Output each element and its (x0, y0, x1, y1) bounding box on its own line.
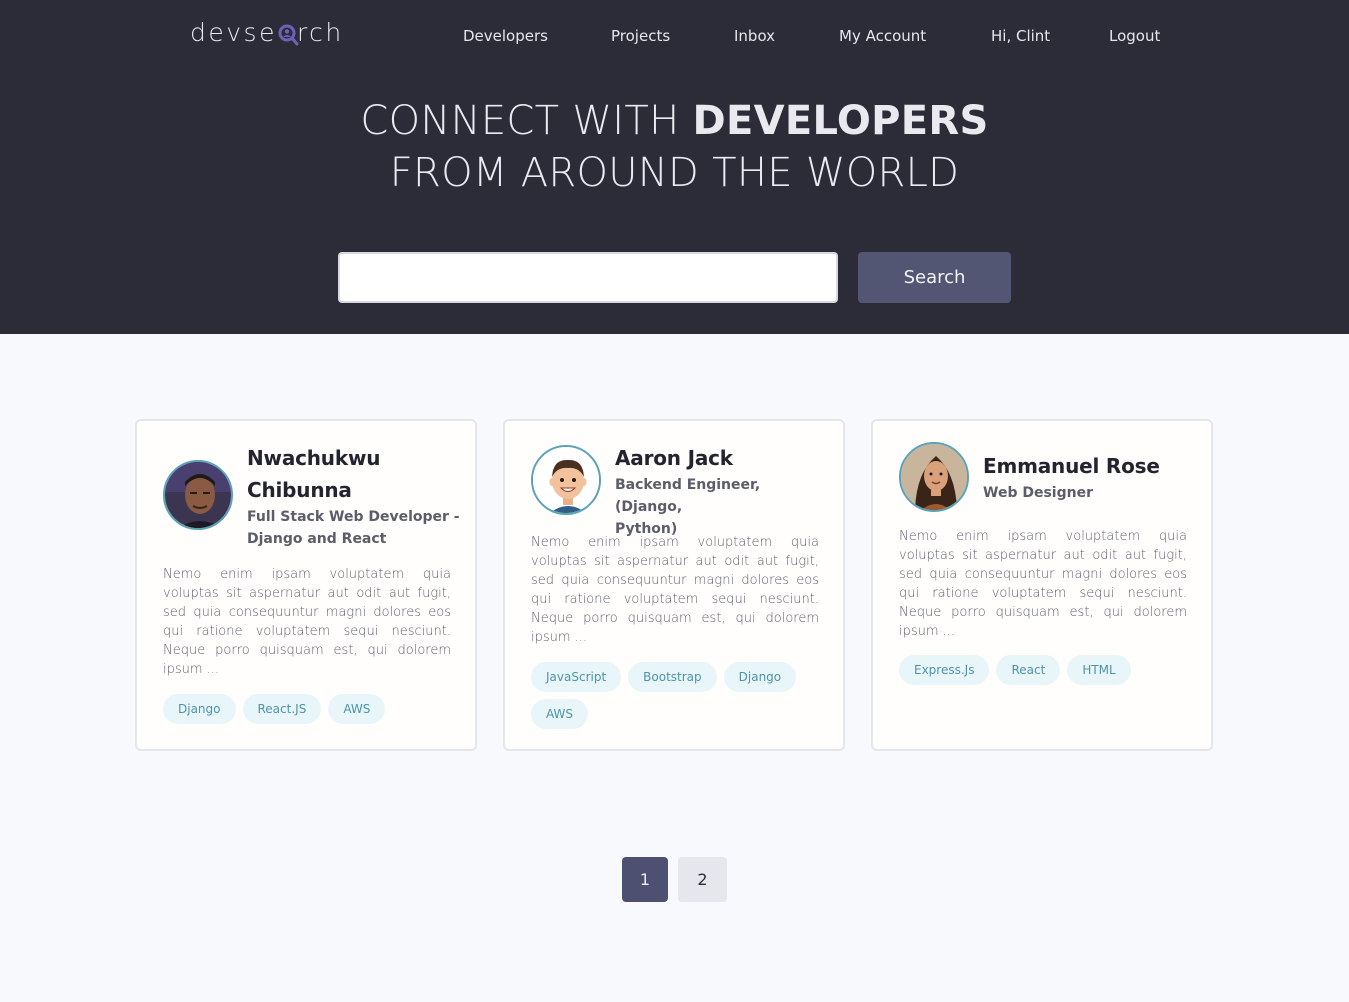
developer-card[interactable]: Emmanuel Rose Web Designer Nemo enim ips… (871, 419, 1213, 751)
hero-heading-line2: FROM AROUND THE WORLD (389, 150, 960, 196)
developer-role-line: Backend Engineer, (Django, (615, 477, 761, 515)
developer-name-line: Nwachukwu (247, 446, 381, 470)
nav-projects[interactable]: Projects (611, 27, 670, 45)
developer-role-line: Web Designer (983, 485, 1093, 501)
developer-bio: Nemo enim ipsam voluptatem quia voluptas… (163, 567, 451, 677)
developer-role: Full Stack Web Developer - Django and Re… (247, 506, 462, 550)
hero-heading-light: CONNECT WITH (360, 98, 680, 144)
avatar (531, 445, 601, 515)
skill-tag: React.JS (242, 694, 322, 724)
skill-tag: AWS (531, 699, 589, 729)
nav-my-account[interactable]: My Account (839, 27, 926, 45)
skill-tag: HTML (1067, 655, 1131, 685)
avatar (899, 442, 969, 512)
nav-logout[interactable]: Logout (1109, 27, 1160, 45)
hero-heading: CONNECT WITH DEVELOPERS FROM AROUND THE … (0, 95, 1349, 199)
developer-role: Backend Engineer, (Django, Python) (615, 474, 830, 540)
search-input[interactable] (338, 252, 838, 303)
developer-name-line: Aaron Jack (615, 446, 733, 470)
hero-heading-bold: DEVELOPERS (692, 98, 989, 144)
skill-tags: Django React.JS AWS (163, 694, 451, 724)
skill-tag: React (996, 655, 1061, 685)
developer-name-line: Emmanuel Rose (983, 454, 1160, 478)
developer-name[interactable]: Emmanuel Rose (983, 450, 1160, 482)
skill-tags: JavaScript Bootstrap Django AWS (531, 662, 819, 729)
developer-card[interactable]: Nwachukwu Chibunna Full Stack Web Develo… (135, 419, 477, 751)
developer-name[interactable]: Nwachukwu Chibunna (247, 442, 380, 506)
skill-tag: AWS (328, 694, 386, 724)
nav-developers[interactable]: Developers (463, 27, 548, 45)
developer-name-line: Chibunna (247, 478, 352, 502)
skill-tag: Django (163, 694, 236, 724)
search-button[interactable]: Search (858, 252, 1011, 303)
developer-bio: Nemo enim ipsam voluptatem quia voluptas… (899, 529, 1187, 639)
developer-role: Web Designer (983, 482, 1198, 504)
skill-tag: JavaScript (531, 662, 622, 692)
developer-card[interactable]: Aaron Jack Backend Engineer, (Django, Py… (503, 419, 845, 751)
pagination-page-1[interactable]: 1 (622, 857, 668, 902)
skill-tag: Django (723, 662, 797, 692)
developer-name[interactable]: Aaron Jack (615, 442, 733, 474)
skill-tag: Bootstrap (628, 662, 717, 692)
skill-tag: Express.Js (899, 655, 990, 685)
skill-tags: Express.Js React HTML (899, 655, 1187, 685)
pagination-page-2[interactable]: 2 (678, 857, 727, 902)
developer-bio: Nemo enim ipsam voluptatem quia voluptas… (531, 535, 819, 645)
developer-role-line: Django and React (247, 531, 387, 547)
avatar (163, 460, 233, 530)
nav-inbox[interactable]: Inbox (734, 27, 775, 45)
header-hero: devse rch Developers Projects Inbox My A… (0, 0, 1349, 334)
main-nav: Developers Projects Inbox My Account Hi,… (0, 27, 1349, 49)
developer-role-line: Full Stack Web Developer - (247, 509, 460, 525)
nav-greeting[interactable]: Hi, Clint (991, 27, 1050, 45)
